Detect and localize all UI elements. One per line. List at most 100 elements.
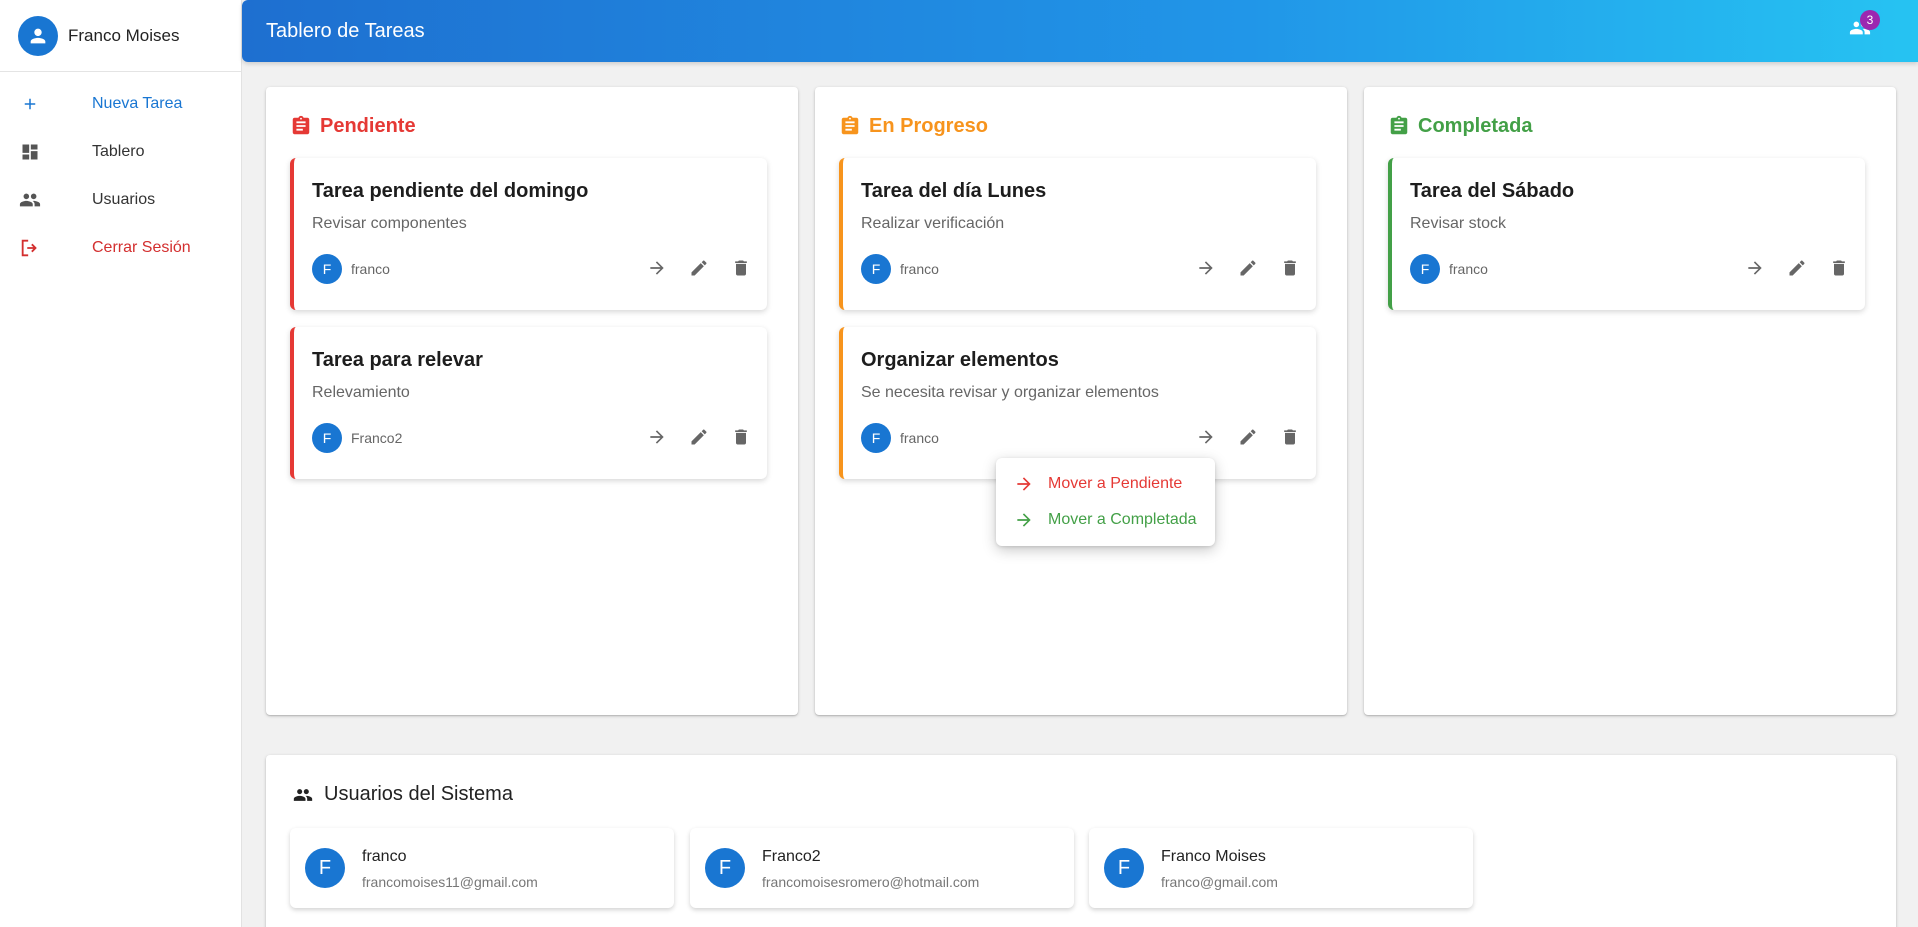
arrow-right-icon bbox=[1199, 430, 1213, 444]
assignee-name: franco bbox=[351, 261, 390, 277]
task-assignee: F franco bbox=[1410, 254, 1488, 284]
task-description: Realizar verificación bbox=[861, 215, 1005, 232]
task-assignee: F franco bbox=[861, 423, 939, 453]
user-card[interactable]: F franco francomoises11@gmail.com bbox=[290, 828, 674, 908]
clipboard-icon bbox=[1390, 115, 1408, 135]
task-description: Relevamiento bbox=[312, 384, 410, 401]
arrow-right-icon bbox=[1748, 261, 1762, 275]
task-card[interactable]: Tarea pendiente del domingo Revisar comp… bbox=[290, 158, 767, 310]
task-card[interactable]: Tarea del Sábado Revisar stock F franco bbox=[1388, 158, 1865, 310]
task-assignee: F franco bbox=[861, 254, 939, 284]
sidebar-item-tablero[interactable]: Tablero bbox=[0, 128, 241, 176]
users-panel-title: Usuarios del Sistema bbox=[290, 783, 513, 806]
assignee-name: Franco2 bbox=[351, 430, 403, 446]
move-task-button[interactable] bbox=[645, 425, 669, 449]
arrow-right-icon bbox=[1014, 510, 1034, 530]
column-pendiente: Pendiente Tarea pendiente del domingo Re… bbox=[266, 87, 798, 715]
sidebar-nav: Nueva Tarea Tablero Usuarios Cerrar Sesi… bbox=[0, 72, 241, 272]
online-users-button[interactable]: 3 bbox=[1846, 10, 1880, 43]
delete-task-button[interactable] bbox=[1278, 256, 1302, 280]
sidebar-item-label: Cerrar Sesión bbox=[92, 239, 191, 256]
avatar: F bbox=[1410, 254, 1440, 284]
edit-task-button[interactable] bbox=[687, 256, 711, 280]
column-title-label: Completada bbox=[1418, 114, 1533, 137]
user-name: Franco2 bbox=[762, 848, 821, 865]
assignee-name: franco bbox=[1449, 261, 1488, 277]
sidebar-item-cerrar-sesion[interactable]: Cerrar Sesión bbox=[0, 224, 241, 272]
avatar: F bbox=[861, 423, 891, 453]
sidebar-item-label: Usuarios bbox=[92, 191, 156, 208]
task-description: Revisar stock bbox=[1410, 215, 1507, 232]
assignee-name: franco bbox=[900, 430, 939, 446]
user-card[interactable]: F Franco2 francomoisesromero@hotmail.com bbox=[690, 828, 1074, 908]
users-panel: Usuarios del Sistema F franco francomois… bbox=[266, 755, 1896, 927]
sidebar-item-nueva-tarea[interactable]: Nueva Tarea bbox=[0, 80, 241, 128]
task-title: Tarea del día Lunes bbox=[861, 180, 1047, 202]
pencil-icon bbox=[691, 429, 707, 445]
task-card[interactable]: Tarea del día Lunes Realizar verificació… bbox=[839, 158, 1316, 310]
dashboard-icon bbox=[18, 140, 42, 164]
delete-task-button[interactable] bbox=[1827, 256, 1851, 280]
edit-task-button[interactable] bbox=[1785, 256, 1809, 280]
pencil-icon bbox=[1240, 260, 1256, 276]
move-task-button[interactable] bbox=[645, 256, 669, 280]
column-title: En Progreso bbox=[839, 114, 988, 138]
edit-task-button[interactable] bbox=[1236, 256, 1260, 280]
arrow-right-icon bbox=[650, 261, 664, 275]
avatar: F bbox=[861, 254, 891, 284]
move-task-button[interactable] bbox=[1194, 256, 1218, 280]
task-actions bbox=[645, 425, 753, 449]
move-task-button[interactable] bbox=[1194, 425, 1218, 449]
clipboard-icon bbox=[841, 115, 859, 135]
avatar: F bbox=[312, 254, 342, 284]
column-completada: Completada Tarea del Sábado Revisar stoc… bbox=[1364, 87, 1896, 715]
task-card[interactable]: Organizar elementos Se necesita revisar … bbox=[839, 327, 1316, 479]
column-title-label: Pendiente bbox=[320, 114, 416, 137]
task-card[interactable]: Tarea para relevar Relevamiento F Franco… bbox=[290, 327, 767, 479]
avatar: F bbox=[305, 848, 345, 888]
trash-icon bbox=[735, 260, 747, 276]
pencil-icon bbox=[1240, 429, 1256, 445]
app-header: Tablero de Tareas 3 bbox=[242, 0, 1918, 62]
arrow-right-icon bbox=[650, 430, 664, 444]
move-task-button[interactable] bbox=[1743, 256, 1767, 280]
notification-badge: 3 bbox=[1860, 10, 1880, 30]
avatar: F bbox=[1104, 848, 1144, 888]
page-title: Tablero de Tareas bbox=[266, 19, 425, 42]
person-icon bbox=[30, 28, 46, 43]
clipboard-icon bbox=[292, 115, 310, 135]
avatar: F bbox=[705, 848, 745, 888]
delete-task-button[interactable] bbox=[729, 425, 753, 449]
task-description: Se necesita revisar y organizar elemento… bbox=[861, 384, 1159, 401]
menu-item-move-pendiente[interactable]: Mover a Pendiente bbox=[996, 466, 1215, 502]
delete-task-button[interactable] bbox=[1278, 425, 1302, 449]
column-en-progreso: En Progreso Tarea del día Lunes Realizar… bbox=[815, 87, 1347, 715]
pencil-icon bbox=[691, 260, 707, 276]
move-task-menu: Mover a Pendiente Mover a Completada bbox=[996, 458, 1215, 546]
profile-avatar bbox=[18, 15, 58, 56]
user-name: Franco Moises bbox=[1161, 848, 1266, 865]
logout-icon bbox=[18, 236, 42, 260]
edit-task-button[interactable] bbox=[687, 425, 711, 449]
task-actions bbox=[1194, 425, 1302, 449]
sidebar: Franco Moises Nueva Tarea Tablero Usuari… bbox=[0, 0, 242, 927]
task-assignee: F franco bbox=[312, 254, 390, 284]
avatar: F bbox=[312, 423, 342, 453]
sidebar-item-usuarios[interactable]: Usuarios bbox=[0, 176, 241, 224]
profile: Franco Moises bbox=[0, 0, 241, 72]
plus-icon bbox=[18, 92, 42, 116]
trash-icon bbox=[735, 429, 747, 445]
people-icon bbox=[18, 188, 42, 212]
user-email: francomoisesromero@hotmail.com bbox=[762, 874, 980, 890]
sidebar-item-label: Nueva Tarea bbox=[92, 95, 183, 112]
user-email: franco@gmail.com bbox=[1161, 874, 1278, 890]
user-card[interactable]: F Franco Moises franco@gmail.com bbox=[1089, 828, 1473, 908]
trash-icon bbox=[1833, 260, 1845, 276]
column-title: Completada bbox=[1388, 114, 1532, 138]
menu-item-label: Mover a Completada bbox=[1048, 511, 1197, 528]
assignee-name: franco bbox=[900, 261, 939, 277]
menu-item-move-completada[interactable]: Mover a Completada bbox=[996, 502, 1215, 538]
delete-task-button[interactable] bbox=[729, 256, 753, 280]
task-actions bbox=[1743, 256, 1851, 280]
edit-task-button[interactable] bbox=[1236, 425, 1260, 449]
